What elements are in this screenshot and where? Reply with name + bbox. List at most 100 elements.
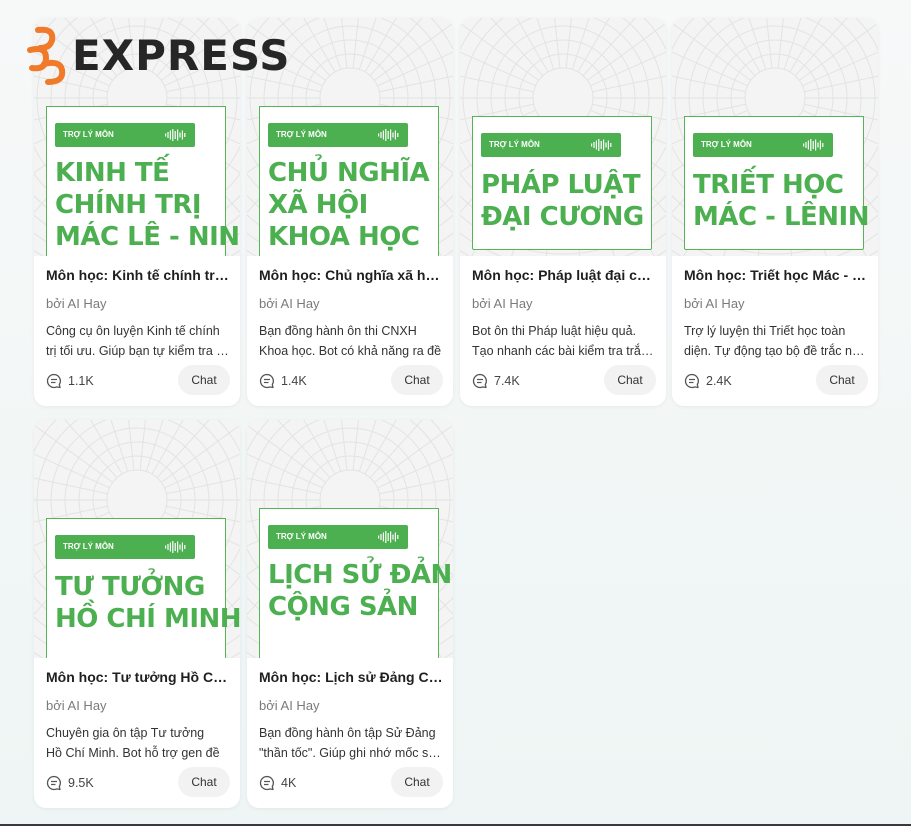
card-title: Môn học: Pháp luật đại cương — [472, 267, 656, 283]
chat-count: 2.4K — [684, 373, 732, 389]
chat-count-value: 2.4K — [706, 374, 732, 388]
card-description-line: Bạn đồng hành ôn tập Sử Đảng — [259, 726, 436, 740]
chat-count: 1.4K — [259, 373, 307, 389]
chat-count: 4K — [259, 775, 296, 791]
chat-count-value: 1.4K — [281, 374, 307, 388]
thumbnail-panel: TRỢ LÝ MÔN LỊCH SỬ ĐẢNG CỘNG SẢN — [259, 508, 453, 658]
comment-icon — [684, 373, 699, 389]
card-author: bởi AI Hay — [46, 296, 107, 311]
card-description-line: Bot ôn thi Pháp luật hiệu quả. — [472, 324, 637, 338]
card-description-line: Chuyên gia ôn tập Tư tưởng — [46, 726, 205, 740]
card-description-line: Công cụ ôn luyện Kinh tế chính — [46, 324, 220, 338]
chat-button[interactable]: Chat — [178, 365, 230, 395]
card-title: Môn học: Triết học Mác - Lênin — [684, 267, 868, 283]
card-thumbnail: TRỢ LÝ MÔN TƯ TƯỞNG HỒ CHÍ MINH — [34, 420, 240, 658]
thumbnail-title-line: TRIẾT HỌC — [693, 170, 844, 200]
card-thumbnail: TRỢ LÝ MÔN PHÁP LUẬT ĐẠI CƯƠNG — [460, 18, 666, 256]
card-description-line: Khoa học. Bot có khả năng ra đề — [259, 344, 442, 358]
thumbnail-panel: TRỢ LÝ MÔN PHÁP LUẬT ĐẠI CƯƠNG — [472, 116, 652, 250]
thumbnail-panel: TRỢ LÝ MÔN TRIẾT HỌC MÁC - LÊNIN — [684, 116, 870, 250]
thumbnail-title-line: HỒ CHÍ MINH — [55, 604, 240, 634]
badge-label: TRỢ LÝ MÔN — [63, 130, 114, 139]
thumbnail-title-line: ĐẠI CƯƠNG — [481, 202, 644, 232]
sound-wave-icon — [165, 129, 186, 141]
card-author: bởi AI Hay — [259, 698, 320, 713]
badge-label: TRỢ LÝ MÔN — [63, 542, 114, 551]
logo-mark-icon — [27, 26, 66, 85]
card-title: Môn học: Chủ nghĩa xã hội khoa học — [259, 267, 443, 283]
thumbnail-title-line: KINH TẾ — [55, 158, 170, 188]
card-description-line: Hồ Chí Minh. Bot hỗ trợ gen đề — [46, 746, 220, 760]
card-title: Môn học: Kinh tế chính trị Mác Lê - Nin — [46, 267, 230, 283]
thumbnail-title-line: KHOA HỌC — [268, 222, 420, 252]
chat-count: 9.5K — [46, 775, 94, 791]
thumbnail-panel: TRỢ LÝ MÔN KINH TẾ CHÍNH TRỊ MÁC LÊ - NIN — [46, 106, 240, 256]
card-thumbnail: TRỢ LÝ MÔN TRIẾT HỌC MÁC - LÊNIN — [672, 18, 878, 256]
comment-icon — [472, 373, 487, 389]
comment-icon — [259, 775, 274, 791]
chat-count-value: 7.4K — [494, 374, 520, 388]
sound-wave-icon — [378, 531, 399, 543]
card-description-line: Trợ lý luyện thi Triết học toàn — [684, 324, 846, 338]
card-description-line: diện. Tự động tạo bộ đề trắc nghiệm — [684, 344, 870, 358]
chat-button[interactable]: Chat — [816, 365, 868, 395]
logo-text: EXPRESS — [72, 31, 291, 80]
card-author: bởi AI Hay — [472, 296, 533, 311]
subject-badge: TRỢ LÝ MÔN — [55, 123, 195, 147]
thumbnail-title-line: XÃ HỘI — [268, 190, 368, 220]
card-description: Công cụ ôn luyện Kinh tế chính trị tối ưu… — [46, 321, 232, 361]
chat-count-value: 1.1K — [68, 374, 94, 388]
card-description: Bạn đồng hành ôn thi CNXH Khoa học. Bot c… — [259, 321, 445, 361]
badge-label: TRỢ LÝ MÔN — [276, 130, 327, 139]
thumbnail-title-line: CHỦ NGHĨA — [268, 158, 430, 188]
sound-wave-icon — [591, 139, 612, 151]
sound-wave-icon — [165, 541, 186, 553]
subject-badge: TRỢ LÝ MÔN — [268, 123, 408, 147]
thumbnail-panel: TRỢ LÝ MÔN CHỦ NGHĨA XÃ HỘI KHOA HỌC — [259, 106, 439, 256]
comment-icon — [259, 373, 274, 389]
card-author: bởi AI Hay — [46, 698, 107, 713]
chat-button[interactable]: Chat — [391, 767, 443, 797]
chat-count: 7.4K — [472, 373, 520, 389]
subject-badge: TRỢ LÝ MÔN — [693, 133, 833, 157]
badge-label: TRỢ LÝ MÔN — [489, 140, 540, 149]
card-description-line: "thần tốc". Giúp ghi nhớ mốc sự kiện — [259, 746, 445, 760]
card-description-line: Bạn đồng hành ôn thi CNXH — [259, 324, 417, 338]
sound-wave-icon — [378, 129, 399, 141]
subject-badge: TRỢ LÝ MÔN — [268, 525, 408, 549]
badge-label: TRỢ LÝ MÔN — [276, 532, 327, 541]
card-description: Bot ôn thi Pháp luật hiệu quả. Tạo nhanh … — [472, 321, 658, 361]
assistant-card[interactable]: TRỢ LÝ MÔN TRIẾT HỌC MÁC - LÊNIN Môn học: T… — [672, 18, 878, 406]
card-description-line: Tạo nhanh các bài kiểm tra trắc nghiệm — [472, 344, 658, 358]
brand-logo: EXPRESS — [24, 26, 291, 86]
chat-count: 1.1K — [46, 373, 94, 389]
chat-button[interactable]: Chat — [391, 365, 443, 395]
chat-button[interactable]: Chat — [604, 365, 656, 395]
thumbnail-title-line: CHÍNH TRỊ — [55, 190, 202, 220]
card-description-line: trị tối ưu. Giúp bạn tự kiểm tra kiến th… — [46, 344, 232, 358]
subject-badge: TRỢ LÝ MÔN — [55, 535, 195, 559]
chat-count-value: 9.5K — [68, 776, 94, 790]
comment-icon — [46, 775, 61, 791]
subject-badge: TRỢ LÝ MÔN — [481, 133, 621, 157]
card-description: Chuyên gia ôn tập Tư tưởng Hồ Chí Minh. B… — [46, 723, 232, 763]
chat-count-value: 4K — [281, 776, 297, 790]
card-title: Môn học: Tư tưởng Hồ Chí Minh — [46, 669, 230, 685]
comment-icon — [46, 373, 61, 389]
card-author: bởi AI Hay — [259, 296, 320, 311]
sound-wave-icon — [803, 139, 824, 151]
card-author: bởi AI Hay — [684, 296, 745, 311]
chat-button[interactable]: Chat — [178, 767, 230, 797]
thumbnail-title-line: CỘNG SẢN — [268, 592, 418, 622]
card-description: Bạn đồng hành ôn tập Sử Đảng "thần tốc". … — [259, 723, 445, 763]
assistant-card[interactable]: TRỢ LÝ MÔN TƯ TƯỞNG HỒ CHÍ MINH Môn học: Tư… — [34, 420, 240, 808]
assistant-card[interactable]: TRỢ LÝ MÔN PHÁP LUẬT ĐẠI CƯƠNG Môn học: Phá… — [460, 18, 666, 406]
thumbnail-title-line: MÁC - LÊNIN — [693, 202, 870, 232]
thumbnail-title-line: PHÁP LUẬT — [481, 170, 641, 200]
badge-label: TRỢ LÝ MÔN — [701, 140, 752, 149]
thumbnail-title-line: TƯ TƯỞNG — [55, 572, 205, 602]
card-thumbnail: TRỢ LÝ MÔN LỊCH SỬ ĐẢNG CỘNG SẢN — [247, 420, 453, 658]
thumbnail-panel: TRỢ LÝ MÔN TƯ TƯỞNG HỒ CHÍ MINH — [46, 518, 240, 658]
thumbnail-title-line: MÁC LÊ - NIN — [55, 222, 240, 252]
assistant-card[interactable]: TRỢ LÝ MÔN LỊCH SỬ ĐẢNG CỘNG SẢN Môn học: L… — [247, 420, 453, 808]
